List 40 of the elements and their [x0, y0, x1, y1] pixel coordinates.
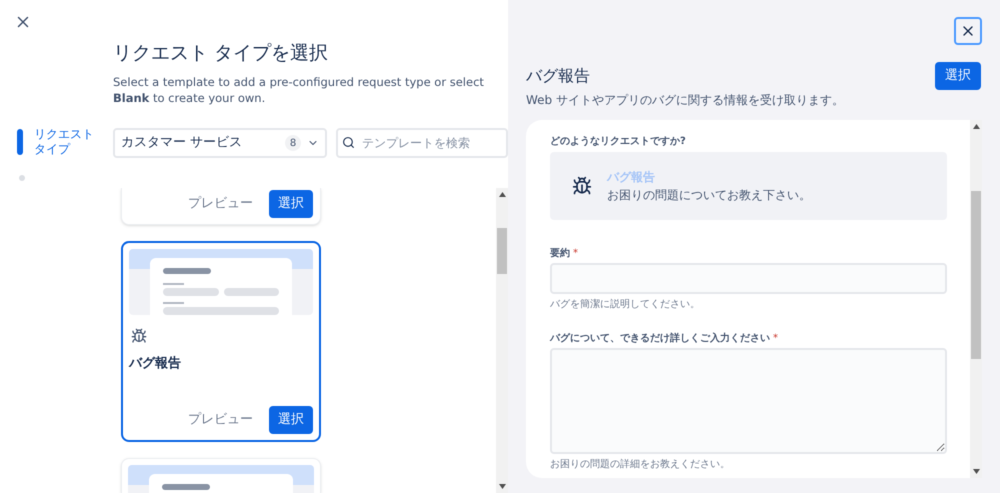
category-dropdown[interactable]: カスタマー サービス 8	[113, 128, 327, 158]
scroll-down-arrow[interactable]	[972, 468, 980, 474]
required-mark: *	[573, 246, 578, 260]
scrollbar[interactable]	[496, 188, 508, 493]
select-button[interactable]: 選択	[935, 62, 981, 90]
required-mark: *	[773, 332, 778, 346]
preview-button[interactable]: プレビュー	[184, 406, 257, 434]
preview-title: バグ報告	[526, 65, 590, 87]
step-label[interactable]: リクエストタイプ	[34, 127, 96, 157]
scrollbar[interactable]	[970, 120, 982, 478]
scrollbar-thumb[interactable]	[497, 228, 507, 274]
page-description: Select a template to add a pre-configured request type or select Blank to create your own.	[113, 74, 485, 106]
bug-icon	[572, 176, 592, 196]
scroll-up-arrow[interactable]	[972, 124, 980, 128]
search-field[interactable]: テンプレートを検索	[336, 128, 508, 158]
field-label: バグについて、できるだけ詳しくご入力ください	[550, 332, 770, 346]
count-badge: 8	[285, 135, 301, 151]
field-help-text: お困りの問題の詳細をお教えください。	[550, 458, 731, 472]
search-icon	[342, 136, 355, 149]
category-value: カスタマー サービス	[121, 134, 244, 152]
scroll-up-arrow[interactable]	[498, 192, 506, 197]
template-card[interactable]: プレビュー 選択	[121, 188, 321, 224]
request-type-title: バグ報告	[607, 168, 656, 186]
close-button[interactable]	[954, 17, 982, 45]
field-label: 要約	[550, 246, 570, 260]
scroll-down-arrow[interactable]	[498, 484, 506, 489]
field-help-text: バグを簡潔に説明してください。	[550, 298, 701, 312]
card-title: バグ報告	[129, 354, 182, 372]
field-label: どのようなリクエストですか?	[550, 134, 687, 148]
input-field[interactable]	[550, 262, 947, 294]
template-card[interactable]	[121, 458, 321, 493]
preview-description: Web サイトやアプリのバグに関する情報を受け取ります。	[526, 92, 845, 108]
request-type-description: お困りの問題についてお教え下さい。	[607, 186, 811, 204]
preview-button[interactable]: プレビュー	[184, 190, 257, 218]
select-button[interactable]: 選択	[269, 406, 313, 434]
bug-icon	[131, 328, 147, 344]
scrollbar-thumb[interactable]	[971, 190, 981, 358]
page-title: リクエスト タイプを選択	[113, 41, 330, 66]
select-button[interactable]: 選択	[269, 190, 313, 218]
template-card[interactable]: バグ報告 プレビュー 選択	[121, 240, 321, 442]
